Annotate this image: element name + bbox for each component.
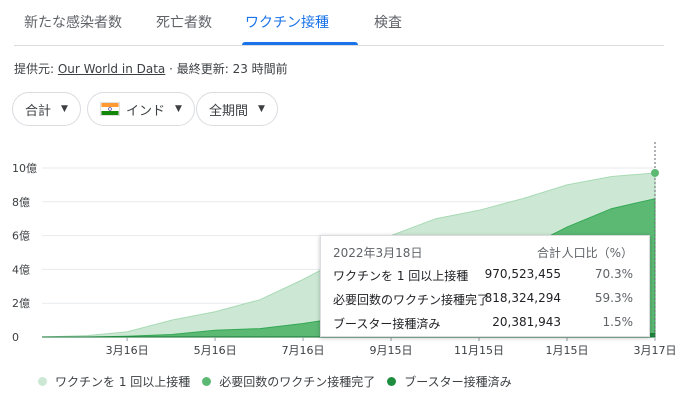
period-dropdown[interactable]: 全期間 ▼	[196, 92, 278, 126]
metric-dropdown[interactable]: 合計 ▼	[12, 92, 81, 126]
source-prefix: 提供元:	[14, 62, 58, 76]
tooltip-row-total: 20,381,943	[492, 315, 561, 329]
hover-point	[651, 168, 659, 177]
source-line: 提供元: Our World in Data · 最終更新: 23 時間前	[14, 60, 288, 77]
metric-label: 合計	[25, 103, 52, 119]
tab-bar: 新たな感染者数 死亡者数 ワクチン接種 検査	[14, 0, 664, 46]
chart-tooltip: 2022年3月18日 合計 人口比（%） ワクチンを 1 回以上接種 970,5…	[320, 235, 650, 337]
y-tick-label: 4億	[12, 263, 30, 276]
tooltip-row: 必要回数のワクチン接種完了 818,324,294 59.3%	[333, 291, 639, 311]
y-axis-ticks: 0 2億 4億 6億 8億 10億	[12, 162, 37, 344]
country-dropdown[interactable]: インド ▼	[87, 92, 195, 126]
x-tick-label: 5月16日	[194, 344, 237, 357]
y-tick-label: 0	[12, 331, 19, 344]
tooltip-header: 2022年3月18日 合計 人口比（%）	[333, 244, 639, 264]
country-label: インド	[126, 103, 166, 119]
last-updated: · 最終更新: 23 時間前	[165, 62, 288, 76]
active-tab-indicator	[242, 42, 358, 45]
tooltip-date: 2022年3月18日	[333, 246, 423, 260]
tooltip-row-label: ワクチンを 1 回以上接種	[333, 269, 469, 283]
source-link[interactable]: Our World in Data	[58, 62, 165, 76]
tooltip-row: ワクチンを 1 回以上接種 970,523,455 70.3%	[333, 267, 639, 287]
legend-label: 必要回数のワクチン接種完了	[219, 375, 376, 389]
tooltip-row-label: ブースター接種済み	[333, 317, 441, 331]
tab-new-cases[interactable]: 新たな感染者数	[24, 12, 122, 32]
legend-dot	[202, 377, 212, 386]
period-label: 全期間	[209, 103, 249, 119]
tab-deaths[interactable]: 死亡者数	[156, 12, 212, 32]
chart-legend: ワクチンを 1 回以上接種 必要回数のワクチン接種完了 ブースター接種済み	[38, 373, 524, 390]
x-tick-label: 1月15日	[546, 344, 589, 357]
legend-item-fully[interactable]: 必要回数のワクチン接種完了	[202, 373, 375, 390]
tab-tests[interactable]: 検査	[374, 12, 402, 32]
tooltip-row: ブースター接種済み 20,381,943 1.5%	[333, 315, 639, 335]
tooltip-row-total: 818,324,294	[484, 291, 561, 305]
x-tick-label: 11月15日	[454, 344, 504, 357]
tooltip-row-pct: 1.5%	[602, 315, 634, 329]
legend-dot	[38, 377, 47, 386]
tooltip-row-pct: 59.3%	[594, 291, 633, 305]
x-tick-label: 3月17日	[634, 344, 677, 357]
tooltip-row-total: 970,523,455	[484, 267, 561, 281]
tooltip-row-label: 必要回数のワクチン接種完了	[333, 293, 490, 307]
y-tick-label: 2億	[12, 297, 30, 310]
y-tick-label: 10億	[12, 162, 37, 175]
india-flag-icon	[100, 102, 120, 116]
y-tick-label: 6億	[12, 230, 30, 243]
tooltip-col-pct: 人口比（%）	[561, 246, 633, 260]
x-tick-label: 3月16日	[106, 344, 149, 357]
x-tick-label: 9月15日	[370, 344, 413, 357]
caret-down-icon: ▼	[258, 104, 265, 114]
legend-item-booster[interactable]: ブースター接種済み	[387, 373, 512, 390]
caret-down-icon: ▼	[175, 104, 182, 114]
tooltip-row-pct: 70.3%	[594, 267, 633, 281]
legend-dot	[387, 377, 397, 386]
x-axis-ticks: 3月16日 5月16日 7月16日 9月15日 11月15日 1月15日 3月17日	[106, 337, 677, 357]
legend-label: ブースター接種済み	[404, 375, 512, 389]
legend-label: ワクチンを 1 回以上接種	[55, 375, 191, 389]
legend-item-one-dose[interactable]: ワクチンを 1 回以上接種	[38, 373, 190, 390]
tab-vaccination[interactable]: ワクチン接種	[245, 12, 329, 32]
tooltip-col-total: 合計	[536, 246, 561, 260]
caret-down-icon: ▼	[61, 104, 68, 114]
y-tick-label: 8億	[12, 196, 30, 209]
x-tick-label: 7月16日	[282, 344, 325, 357]
